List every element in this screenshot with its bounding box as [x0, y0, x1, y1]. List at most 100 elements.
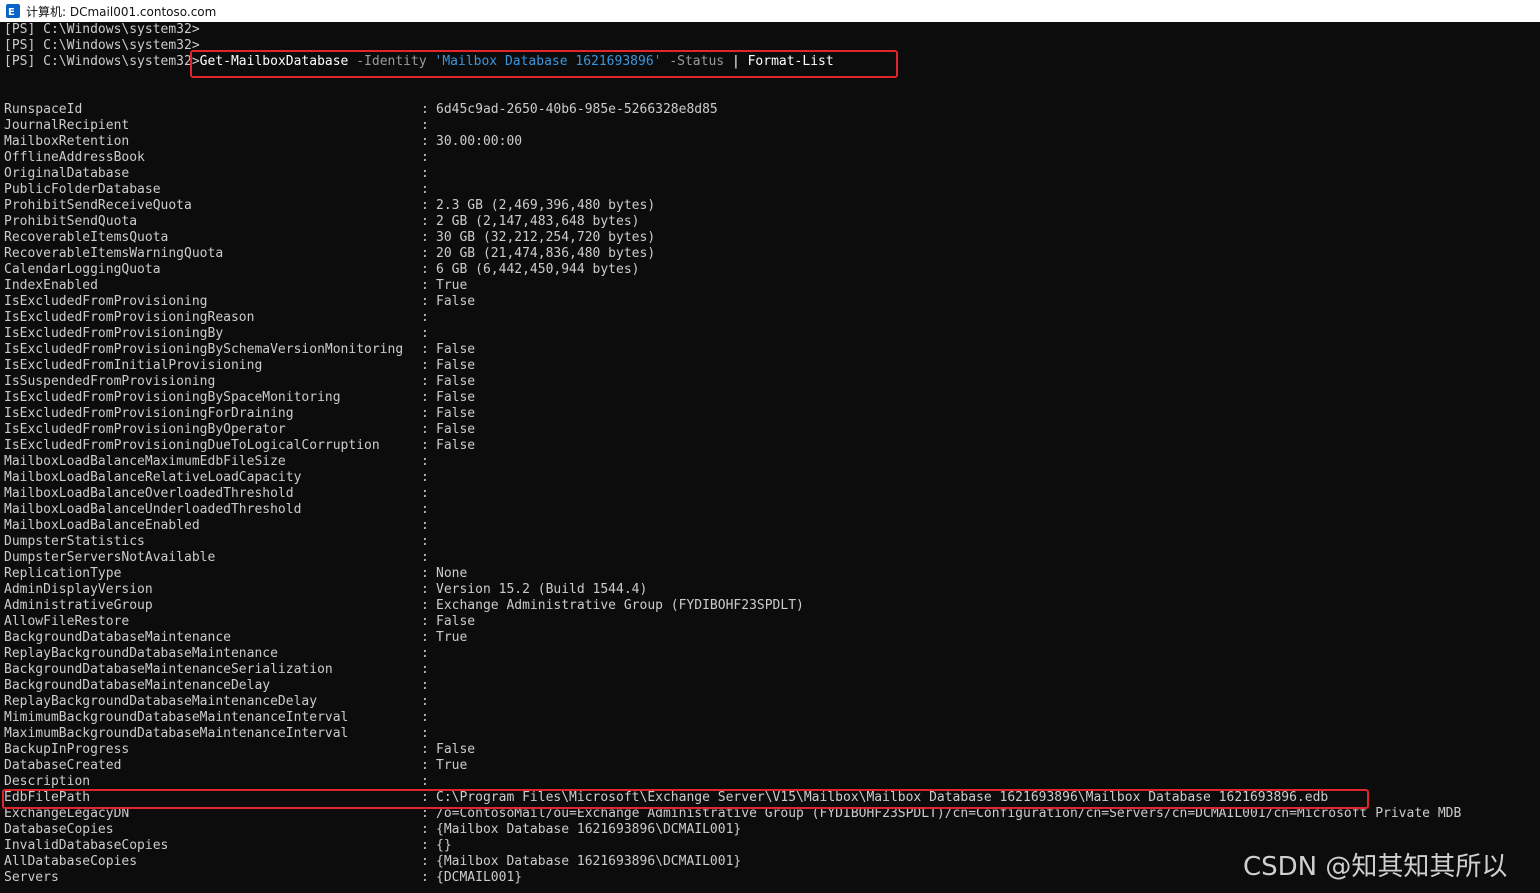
property-separator: :	[421, 518, 429, 533]
svg-text:E: E	[8, 7, 15, 18]
property-value: {DCMAIL001}	[436, 870, 523, 885]
property-separator: :	[421, 470, 429, 485]
property-separator: :	[421, 630, 429, 645]
property-name: IsExcludedFromProvisioningDueToLogicalCo…	[4, 438, 380, 453]
property-name: IsExcludedFromProvisioningForDraining	[4, 406, 294, 421]
property-separator: :	[421, 726, 429, 741]
property-name: MailboxLoadBalanceOverloadedThreshold	[4, 486, 294, 501]
property-separator: :	[421, 294, 429, 309]
property-value: False	[436, 406, 476, 421]
property-name: IsExcludedFromProvisioningByOperator	[4, 422, 286, 437]
property-separator: :	[421, 758, 429, 773]
property-name: OfflineAddressBook	[4, 150, 145, 165]
property-separator: :	[421, 598, 429, 613]
property-name: ProhibitSendQuota	[4, 214, 138, 229]
property-separator: :	[421, 390, 429, 405]
property-separator: :	[421, 406, 429, 421]
property-value: {}	[436, 838, 452, 853]
property-value: 30 GB (32,212,254,720 bytes)	[436, 230, 656, 245]
property-separator: :	[421, 870, 429, 885]
property-separator: :	[421, 486, 429, 501]
property-separator: :	[421, 742, 429, 757]
property-separator: :	[421, 502, 429, 517]
powershell-console[interactable]: [PS] C:\Windows\system32> [PS] C:\Window…	[0, 22, 1540, 893]
property-value: {Mailbox Database 1621693896\DCMAIL001}	[436, 822, 742, 837]
property-name: Description	[4, 774, 91, 789]
property-name: Servers	[4, 870, 59, 885]
property-separator: :	[421, 550, 429, 565]
window-title: 计算机: DCmail001.contoso.com	[26, 4, 217, 19]
property-name: JournalRecipient	[4, 118, 130, 133]
property-separator: :	[421, 102, 429, 117]
property-separator: :	[421, 150, 429, 165]
property-separator: :	[421, 774, 429, 789]
property-name: DumpsterServersNotAvailable	[4, 550, 216, 565]
property-name: DatabaseCreated	[4, 758, 122, 773]
property-value: False	[436, 358, 476, 373]
property-name: DumpsterStatistics	[4, 534, 145, 549]
property-name: BackgroundDatabaseMaintenanceSerializati…	[4, 662, 333, 677]
property-name: RecoverableItemsWarningQuota	[4, 246, 224, 261]
property-name: RunspaceId	[4, 102, 83, 117]
property-separator: :	[421, 646, 429, 661]
property-value: {Mailbox Database 1621693896\DCMAIL001}	[436, 854, 742, 869]
property-separator: :	[421, 710, 429, 725]
property-separator: :	[421, 262, 429, 277]
prompt-line-2: [PS] C:\Windows\system32>	[4, 38, 200, 53]
property-separator: :	[421, 278, 429, 293]
property-value: 20 GB (21,474,836,480 bytes)	[436, 246, 656, 261]
property-value: False	[436, 438, 476, 453]
property-name: IsSuspendedFromProvisioning	[4, 374, 216, 389]
property-name: MailboxLoadBalanceRelativeLoadCapacity	[4, 470, 302, 485]
property-name: IsExcludedFromProvisioningReason	[4, 310, 255, 325]
property-value: False	[436, 390, 476, 405]
property-separator: :	[421, 374, 429, 389]
command-highlight-box	[190, 50, 898, 78]
property-value: False	[436, 422, 476, 437]
property-separator: :	[421, 438, 429, 453]
property-separator: :	[421, 198, 429, 213]
property-name: IndexEnabled	[4, 278, 98, 293]
property-name: IsExcludedFromProvisioning	[4, 294, 208, 309]
property-separator: :	[421, 246, 429, 261]
property-separator: :	[421, 166, 429, 181]
property-name: CalendarLoggingQuota	[4, 262, 161, 277]
property-value: False	[436, 342, 476, 357]
property-separator: :	[421, 534, 429, 549]
property-separator: :	[421, 822, 429, 837]
property-separator: :	[421, 326, 429, 341]
property-separator: :	[421, 422, 429, 437]
csdn-watermark: CSDN @知其知其所以	[1243, 852, 1508, 882]
property-value: Version 15.2 (Build 1544.4)	[436, 582, 648, 597]
property-separator: :	[421, 838, 429, 853]
prompt-line-3: [PS] C:\Windows\system32>	[4, 54, 200, 69]
property-value: True	[436, 630, 468, 645]
property-name: BackupInProgress	[4, 742, 130, 757]
property-name: AdministrativeGroup	[4, 598, 153, 613]
property-name: MimimumBackgroundDatabaseMaintenanceInte…	[4, 710, 349, 725]
property-name: IsExcludedFromProvisioningBySpaceMonitor…	[4, 390, 341, 405]
property-separator: :	[421, 854, 429, 869]
property-name: InvalidDatabaseCopies	[4, 838, 169, 853]
property-separator: :	[421, 118, 429, 133]
property-value: 6 GB (6,442,450,944 bytes)	[436, 262, 640, 277]
property-separator: :	[421, 134, 429, 149]
property-separator: :	[421, 694, 429, 709]
property-separator: :	[421, 678, 429, 693]
property-separator: :	[421, 342, 429, 357]
property-name: ReplayBackgroundDatabaseMaintenanceDelay	[4, 694, 318, 709]
property-name: IsExcludedFromInitialProvisioning	[4, 358, 263, 373]
property-name: IsExcludedFromProvisioningBySchemaVersio…	[4, 342, 404, 357]
property-separator: :	[421, 582, 429, 597]
property-value: True	[436, 758, 468, 773]
property-name: AllDatabaseCopies	[4, 854, 138, 869]
property-value: Exchange Administrative Group (FYDIBOHF2…	[436, 598, 804, 613]
property-separator: :	[421, 182, 429, 197]
property-name: BackgroundDatabaseMaintenance	[4, 630, 231, 645]
property-separator: :	[421, 454, 429, 469]
property-name: ProhibitSendReceiveQuota	[4, 198, 192, 213]
property-name: ReplayBackgroundDatabaseMaintenance	[4, 646, 278, 661]
property-separator: :	[421, 230, 429, 245]
property-value: 2.3 GB (2,469,396,480 bytes)	[436, 198, 656, 213]
property-name: BackgroundDatabaseMaintenanceDelay	[4, 678, 271, 693]
